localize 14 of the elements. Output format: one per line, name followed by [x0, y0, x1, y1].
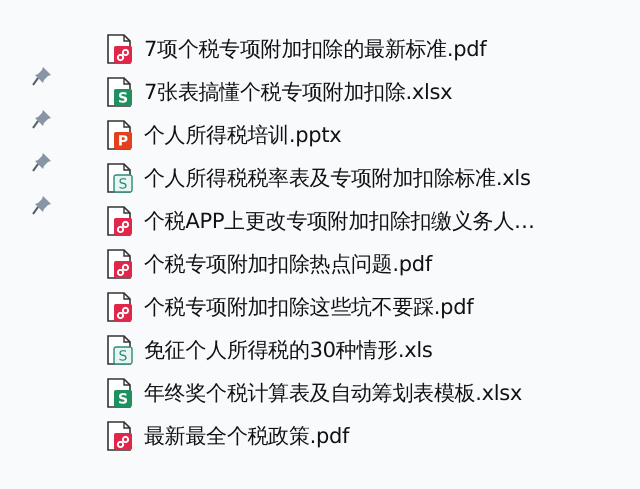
file-name[interactable]: 年终奖个税计算表及自动筹划表模板.xlsx [144, 378, 522, 406]
file-name[interactable]: 最新最全个税政策.pdf [144, 422, 350, 450]
file-name[interactable]: 个税专项附加扣除这些坑不要踩.pdf [144, 292, 474, 320]
file-name[interactable]: 个人所得税税率表及专项附加扣除标准.xls [144, 164, 531, 192]
file-name[interactable]: 7张表搞懂个税专项附加扣除.xlsx [144, 78, 452, 106]
pin-icon[interactable] [32, 64, 54, 86]
pin-icon[interactable] [32, 193, 54, 215]
file-name[interactable]: 个税APP上更改专项附加扣除扣缴义务人… [144, 206, 535, 234]
pin-icon[interactable] [32, 107, 54, 129]
file-name[interactable]: 个人所得税培训.pptx [144, 120, 342, 148]
file-name[interactable]: 个税专项附加扣除热点问题.pdf [144, 250, 432, 278]
file-name[interactable]: 7项个税专项附加扣除的最新标准.pdf [144, 34, 486, 62]
pin-icon[interactable] [32, 150, 54, 172]
file-name[interactable]: 免征个人所得税的30种情形.xls [144, 336, 433, 364]
